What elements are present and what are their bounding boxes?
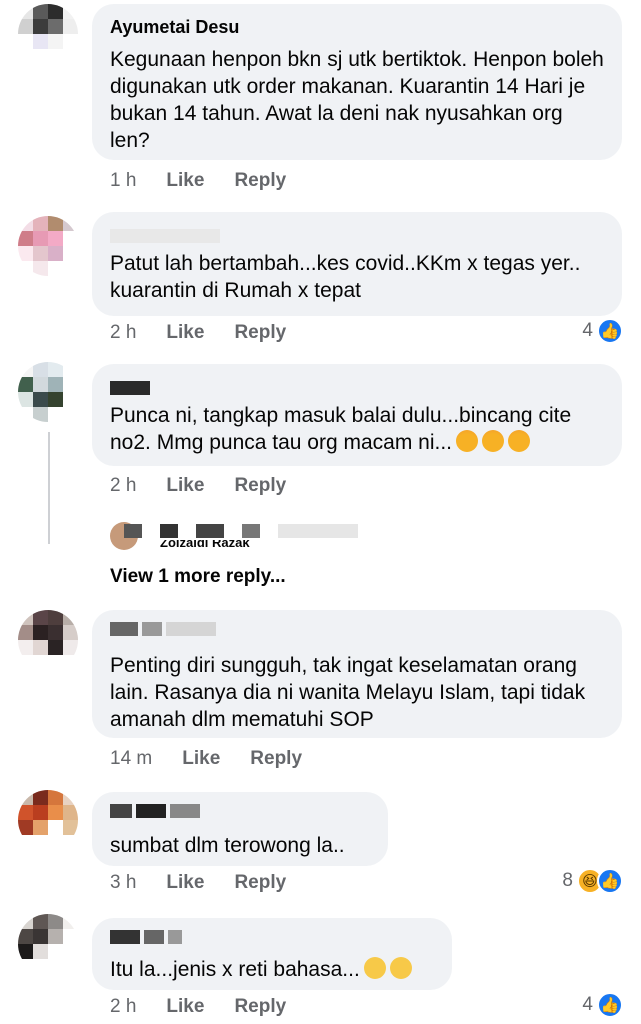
comment-text-body: Itu la...jenis x reti bahasa... (110, 958, 360, 981)
like-button[interactable]: Like (166, 322, 204, 344)
avatar[interactable] (18, 610, 78, 670)
comment-text: Itu la...jenis x reti bahasa... (110, 956, 434, 983)
avatar[interactable] (18, 4, 78, 64)
comment-time[interactable]: 3 h (110, 872, 136, 894)
comment-author[interactable]: Ayumetai Desu (110, 16, 604, 38)
reply-button[interactable]: Reply (234, 996, 286, 1018)
reply-button[interactable]: Reply (234, 475, 286, 497)
comment-time[interactable]: 1 h (110, 170, 136, 192)
reaction-count: 8 (562, 870, 573, 891)
comment-actions: 2 h Like Reply (110, 322, 286, 344)
comment-bubble: sumbat dlm terowong la.. (92, 792, 388, 866)
comment-time[interactable]: 2 h (110, 475, 136, 497)
comment-author[interactable] (110, 376, 604, 398)
comment-time[interactable]: 2 h (110, 996, 136, 1018)
reply-button[interactable]: Reply (250, 748, 302, 770)
reply-button[interactable]: Reply (234, 872, 286, 894)
like-reaction-icon: 👍 (597, 868, 623, 894)
comment-time[interactable]: 2 h (110, 322, 136, 344)
like-reaction-icon: 👍 (597, 318, 623, 344)
comment-actions: 1 h Like Reply (110, 170, 286, 192)
like-button[interactable]: Like (166, 996, 204, 1018)
comment-author[interactable] (110, 622, 604, 644)
reply-preview[interactable]: Zolzaidi Razak (110, 518, 530, 550)
comment-text: Patut lah bertambah...kes covid..KKm x t… (110, 252, 581, 302)
comment-text: Kegunaan henpon bkn sj utk bertiktok. He… (110, 48, 604, 152)
comment-actions: 2 h Like Reply (110, 475, 286, 497)
avatar[interactable] (18, 362, 78, 422)
reaction-count: 4 (582, 994, 593, 1015)
reply-button[interactable]: Reply (234, 170, 286, 192)
reaction-count: 4 (582, 320, 593, 341)
angry-emoji-icon (456, 430, 478, 452)
angry-emoji-icon (508, 430, 530, 452)
reaction-summary[interactable]: 4 👍 (582, 318, 623, 344)
comment-bubble: Punca ni, tangkap masuk balai dulu...bin… (92, 364, 622, 466)
comment-bubble: Itu la...jenis x reti bahasa... (92, 918, 452, 990)
avatar[interactable] (18, 790, 78, 850)
thread-line (48, 432, 50, 544)
comment-author[interactable] (110, 930, 434, 952)
reply-button[interactable]: Reply (234, 322, 286, 344)
reaction-summary[interactable]: 4 👍 (582, 992, 623, 1018)
like-button[interactable]: Like (182, 748, 220, 770)
comment-actions: 2 h Like Reply (110, 996, 286, 1018)
comment-text: sumbat dlm terowong la.. (110, 834, 345, 857)
eye-roll-emoji-icon (363, 957, 386, 979)
comment-bubble: Ayumetai Desu Kegunaan henpon bkn sj utk… (92, 4, 622, 160)
comment-text: Punca ni, tangkap masuk balai dulu...bin… (110, 402, 604, 456)
like-button[interactable]: Like (166, 170, 204, 192)
like-button[interactable]: Like (166, 475, 204, 497)
comment-author[interactable] (110, 804, 370, 826)
reaction-summary[interactable]: 8 😆 👍 (562, 868, 623, 894)
like-button[interactable]: Like (166, 872, 204, 894)
comment-time[interactable]: 14 m (110, 748, 152, 770)
comment-text: Penting diri sungguh, tak ingat keselama… (110, 654, 586, 731)
view-more-replies-link[interactable]: View 1 more reply... (110, 566, 286, 588)
angry-emoji-icon (482, 430, 504, 452)
like-reaction-icon: 👍 (597, 992, 623, 1018)
reply-author-name: Zolzaidi Razak (160, 540, 250, 548)
avatar[interactable] (18, 216, 78, 276)
avatar[interactable] (18, 914, 78, 974)
comment-actions: 14 m Like Reply (110, 748, 302, 770)
eye-roll-emoji-icon (389, 957, 412, 979)
comment-bubble: Penting diri sungguh, tak ingat keselama… (92, 610, 622, 738)
comment-bubble: Patut lah bertambah...kes covid..KKm x t… (92, 212, 622, 316)
comment-author[interactable] (110, 224, 604, 246)
comment-actions: 3 h Like Reply (110, 872, 286, 894)
reply-author-censored (124, 524, 366, 538)
